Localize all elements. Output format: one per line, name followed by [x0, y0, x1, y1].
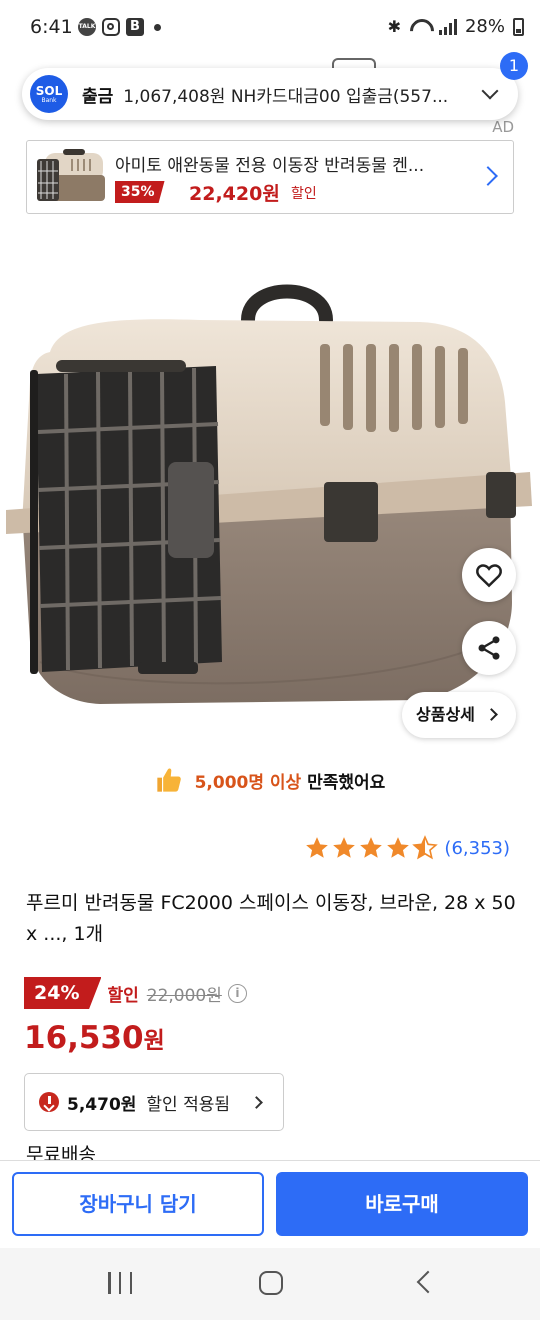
coupon-text: 할인 적용됨 — [146, 1094, 231, 1115]
instagram-icon — [102, 18, 120, 36]
review-count[interactable]: (6,353) — [444, 838, 510, 859]
battery-icon — [513, 17, 524, 36]
notification-text: 1,067,408원 NH카드대금00 입출금(557... — [123, 86, 449, 107]
battery-percent: 28% — [464, 16, 505, 37]
notification-title: 출금 — [82, 86, 114, 107]
ad-discount-percent: 35% — [115, 181, 165, 203]
share-icon — [478, 636, 500, 660]
star-full-icon — [387, 837, 410, 858]
ad-discount-label: 할인 — [291, 186, 317, 202]
back-icon[interactable] — [416, 1270, 440, 1294]
bank-notification[interactable]: SOL Bank 출금 1,067,408원 NH카드대금00 입출금(557.… — [22, 68, 518, 120]
discount-down-icon — [39, 1092, 59, 1112]
discount-label: 할인 — [107, 985, 139, 1006]
original-price: 22,000원 — [146, 985, 222, 1006]
chevron-right-icon[interactable] — [478, 166, 498, 186]
status-time: 6:41 — [30, 16, 73, 38]
b-app-icon: B — [126, 18, 144, 36]
ad-label: AD — [492, 118, 514, 136]
discount-row: 24% 할인 22,000원 i — [24, 976, 247, 1010]
rating[interactable]: (6,353) — [304, 835, 510, 861]
chevron-right-icon — [485, 708, 498, 721]
sale-price-value: 16,530 — [24, 1020, 144, 1056]
wifi-icon — [409, 19, 431, 35]
add-to-cart-button[interactable]: 장바구니 담기 — [12, 1172, 264, 1236]
more-notifications-dot-icon — [154, 24, 161, 31]
shipping-info: 무료배송 — [26, 1144, 96, 1160]
chevron-right-icon — [250, 1096, 263, 1109]
purchase-action-bar: 장바구니 담기 바로구매 — [0, 1160, 540, 1248]
bluetooth-icon: ✱ — [387, 17, 401, 36]
wishlist-button[interactable] — [462, 548, 516, 602]
share-button[interactable] — [462, 621, 516, 675]
ad-banner[interactable]: 아미토 애완동물 전용 이동장 반려동물 켄... 35% 22,420원 할인 — [26, 140, 514, 214]
notification-count-badge[interactable]: 1 — [500, 52, 528, 80]
product-title: 푸르미 반려동물 FC2000 스페이스 이동장, 브라운, 28 x 50 x… — [26, 892, 516, 945]
satisfaction-banner: 5,000명 이상 만족했어요 — [0, 766, 540, 794]
thumbs-up-icon — [156, 768, 181, 792]
star-full-icon — [306, 837, 329, 858]
system-nav-bar — [0, 1248, 540, 1320]
coupon-amount: 5,470원 — [67, 1094, 137, 1115]
ad-title: 아미토 애완동물 전용 이동장 반려동물 켄... — [115, 156, 425, 176]
product-detail-label: 상품상세 — [416, 705, 475, 724]
product-image[interactable] — [0, 262, 540, 712]
star-full-icon — [360, 837, 383, 858]
sol-bank-logo: SOL Bank — [30, 75, 68, 113]
kakaotalk-icon: TALK — [78, 18, 96, 36]
status-bar: 6:41 TALK B ✱ 28% — [0, 0, 540, 56]
satisfaction-suffix: 만족했어요 — [301, 773, 386, 793]
ad-price: 22,420원 — [189, 183, 280, 205]
sale-price-unit: 원 — [143, 1028, 165, 1054]
status-right: ✱ 28% — [388, 16, 524, 37]
heart-icon — [476, 564, 502, 588]
info-icon[interactable]: i — [227, 983, 247, 1003]
satisfaction-count: 5,000명 이상 — [194, 773, 302, 793]
star-rating — [304, 835, 439, 861]
coupon-applied-box[interactable]: 5,470원 할인 적용됨 — [24, 1073, 284, 1131]
home-icon[interactable] — [259, 1271, 283, 1295]
ad-product-thumbnail — [37, 149, 105, 201]
recent-apps-icon[interactable] — [108, 1272, 132, 1294]
discount-percent-badge: 24% — [24, 977, 102, 1009]
product-detail-button[interactable]: 상품상세 — [402, 692, 516, 738]
star-half-icon — [412, 835, 439, 860]
buy-now-button[interactable]: 바로구매 — [276, 1172, 528, 1236]
star-full-icon — [333, 837, 356, 858]
signal-icon — [438, 18, 457, 35]
sale-price: 16,530원 — [24, 1020, 165, 1056]
chevron-down-icon[interactable] — [481, 82, 499, 100]
